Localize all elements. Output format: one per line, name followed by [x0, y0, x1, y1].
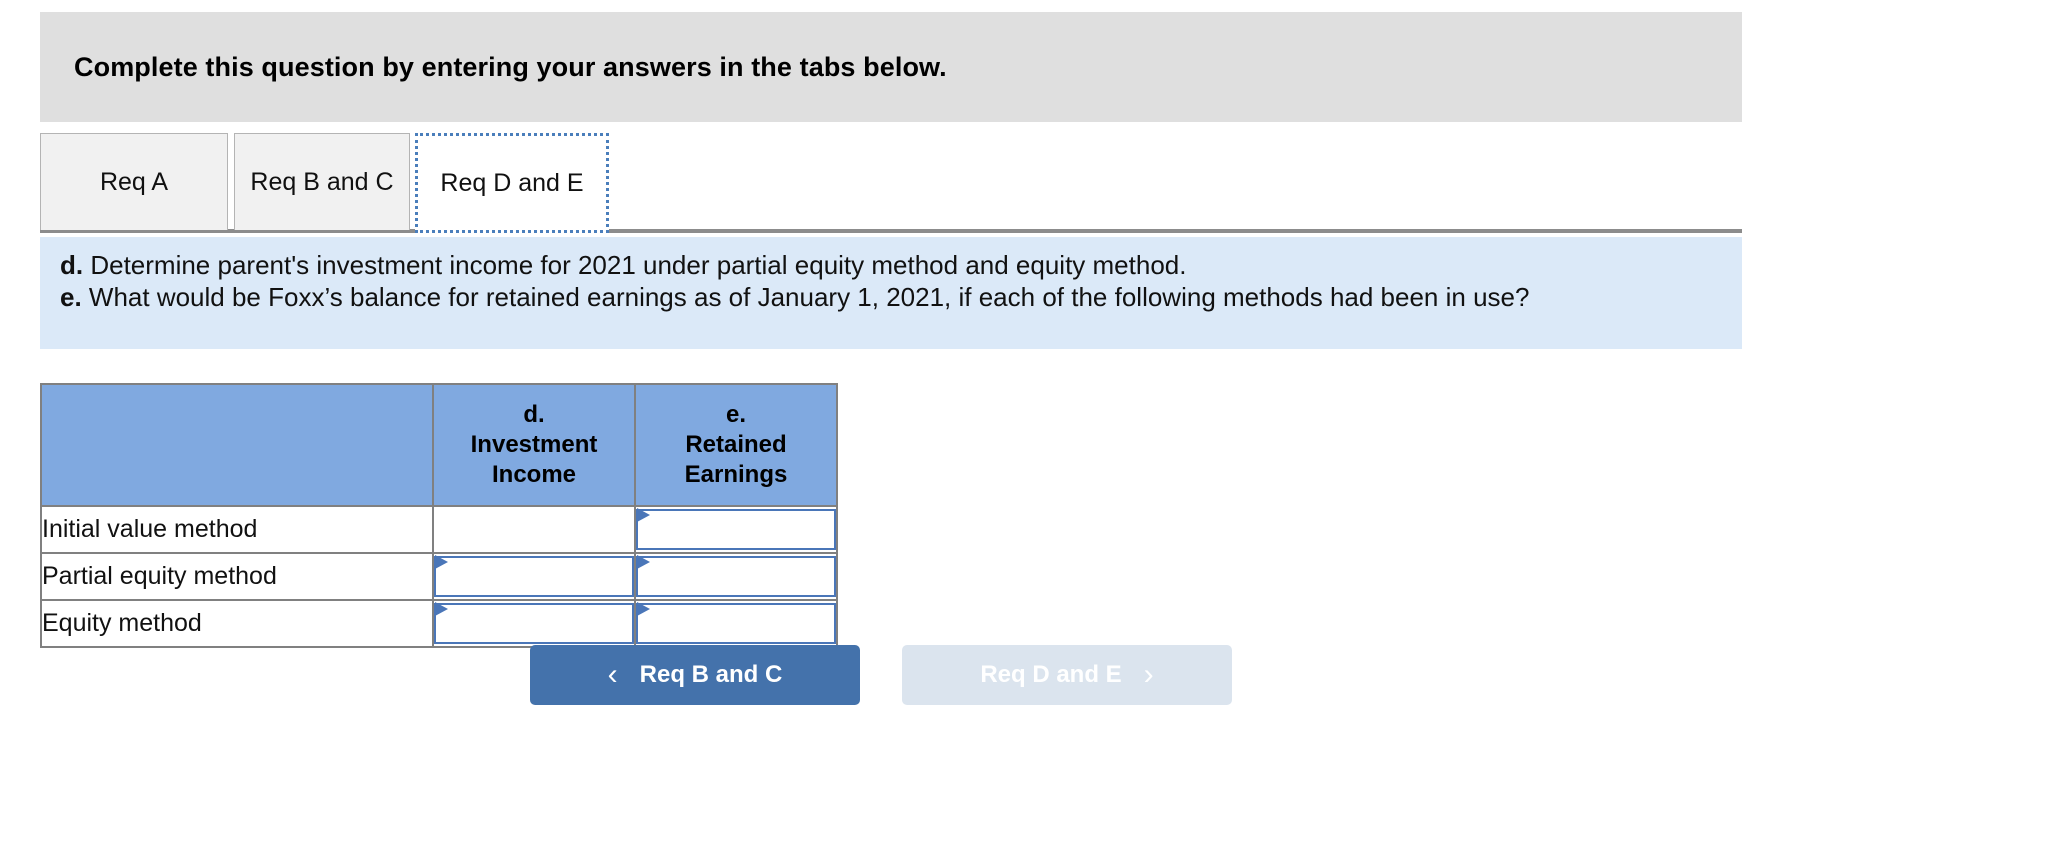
cell-equity-retained-earnings	[634, 599, 838, 648]
cell-equity-investment-income	[432, 599, 636, 648]
question-panel: d. Determine parent's investment income …	[40, 237, 1742, 349]
row-label-initial-value-method: Initial value method	[40, 505, 434, 554]
input-wrap	[636, 508, 836, 551]
cell-partial-retained-earnings	[634, 552, 838, 601]
question-d-label: d.	[60, 250, 84, 280]
header-e-word2: Earnings	[684, 461, 788, 488]
table-row: Partial equity method	[40, 552, 838, 601]
next-button-label: Req D and E	[980, 661, 1122, 688]
tab-strip: Req A Req B and C Req D and E	[40, 133, 1742, 233]
instruction-banner: Complete this question by entering your …	[40, 12, 1742, 122]
header-investment-income: d. Investment Income	[432, 383, 636, 507]
question-line-d: d. Determine parent's investment income …	[60, 249, 1722, 281]
chevron-left-icon: ‹	[607, 658, 618, 691]
header-retained-earnings: e. Retained Earnings	[634, 383, 838, 507]
answer-table-header-row: d. Investment Income e. Retained Earning…	[40, 383, 838, 507]
tab-req-a[interactable]: Req A	[40, 133, 228, 230]
tab-req-d-and-e[interactable]: Req D and E	[415, 133, 609, 233]
next-req-d-and-e-button[interactable]: Req D and E ›	[902, 645, 1232, 705]
input-wrap	[636, 602, 836, 645]
input-equity-investment-income[interactable]	[434, 603, 634, 644]
prev-req-b-and-c-button[interactable]: ‹ Req B and C	[530, 645, 860, 705]
input-initial-retained-earnings[interactable]	[636, 509, 836, 550]
row-label-partial-equity-method: Partial equity method	[40, 552, 434, 601]
tab-req-b-and-c[interactable]: Req B and C	[234, 133, 410, 230]
header-e-word1: Retained	[685, 431, 787, 458]
input-wrap	[434, 555, 634, 598]
question-d-text: Determine parent's investment income for…	[83, 250, 1187, 280]
input-wrap	[636, 555, 836, 598]
answer-table-head: d. Investment Income e. Retained Earning…	[40, 383, 838, 507]
navigation-buttons: ‹ Req B and C Req D and E ›	[530, 645, 1232, 705]
answer-table: d. Investment Income e. Retained Earning…	[40, 383, 838, 648]
header-d-word2: Income	[491, 461, 577, 488]
question-e-text: What would be Foxx’s balance for retaine…	[81, 282, 1530, 312]
header-d-letter: d.	[523, 401, 545, 428]
question-e-label: e.	[60, 282, 82, 312]
cell-initial-retained-earnings	[634, 505, 838, 554]
header-e-letter: e.	[725, 401, 746, 428]
input-equity-retained-earnings[interactable]	[636, 603, 836, 644]
input-partial-retained-earnings[interactable]	[636, 556, 836, 597]
header-method-column	[40, 383, 434, 507]
chevron-right-icon: ›	[1143, 658, 1154, 691]
row-label-equity-method: Equity method	[40, 599, 434, 648]
prev-button-label: Req B and C	[639, 661, 783, 688]
cell-partial-investment-income	[432, 552, 636, 601]
input-wrap	[434, 602, 634, 645]
instruction-text: Complete this question by entering your …	[74, 51, 947, 82]
question-page: Complete this question by entering your …	[0, 0, 2064, 862]
header-d-word1: Investment	[470, 431, 598, 458]
input-partial-investment-income[interactable]	[434, 556, 634, 597]
table-row: Initial value method	[40, 505, 838, 554]
answer-table-body: Initial value method Partial equity meth…	[40, 505, 838, 648]
question-line-e: e. What would be Foxx’s balance for reta…	[60, 281, 1722, 313]
cell-initial-investment-income	[432, 505, 636, 554]
table-row: Equity method	[40, 599, 838, 648]
